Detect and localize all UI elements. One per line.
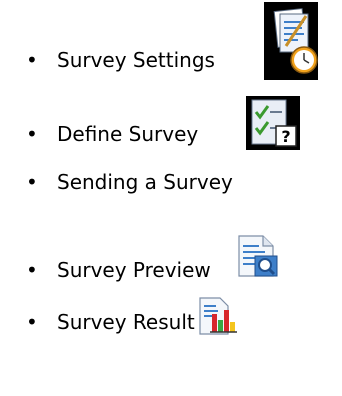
- list-item-label: Sending a Survey: [57, 170, 233, 194]
- list-item-sending-a-survey: • Sending a Survey: [0, 162, 342, 202]
- list-item-label: Survey Preview: [57, 258, 211, 282]
- bullet: •: [26, 310, 38, 334]
- checklist-question-icon: ?: [246, 96, 300, 150]
- svg-text:?: ?: [281, 127, 290, 146]
- list-item-survey-result: • Survey Result: [0, 302, 342, 342]
- report-bar-chart-icon: [198, 296, 238, 336]
- survey-settings-clock-icon: [264, 2, 318, 80]
- bullet: •: [26, 258, 38, 282]
- document-magnifier-icon: [235, 234, 279, 278]
- bullet: •: [26, 170, 38, 194]
- bullet: •: [26, 48, 38, 72]
- list-item-survey-preview: • Survey Preview: [0, 250, 342, 290]
- list-item-label: Define Survey: [57, 122, 199, 146]
- bullet: •: [26, 122, 38, 146]
- list-item-label: Survey Result: [57, 310, 195, 334]
- list-item-label: Survey Settings: [57, 48, 215, 72]
